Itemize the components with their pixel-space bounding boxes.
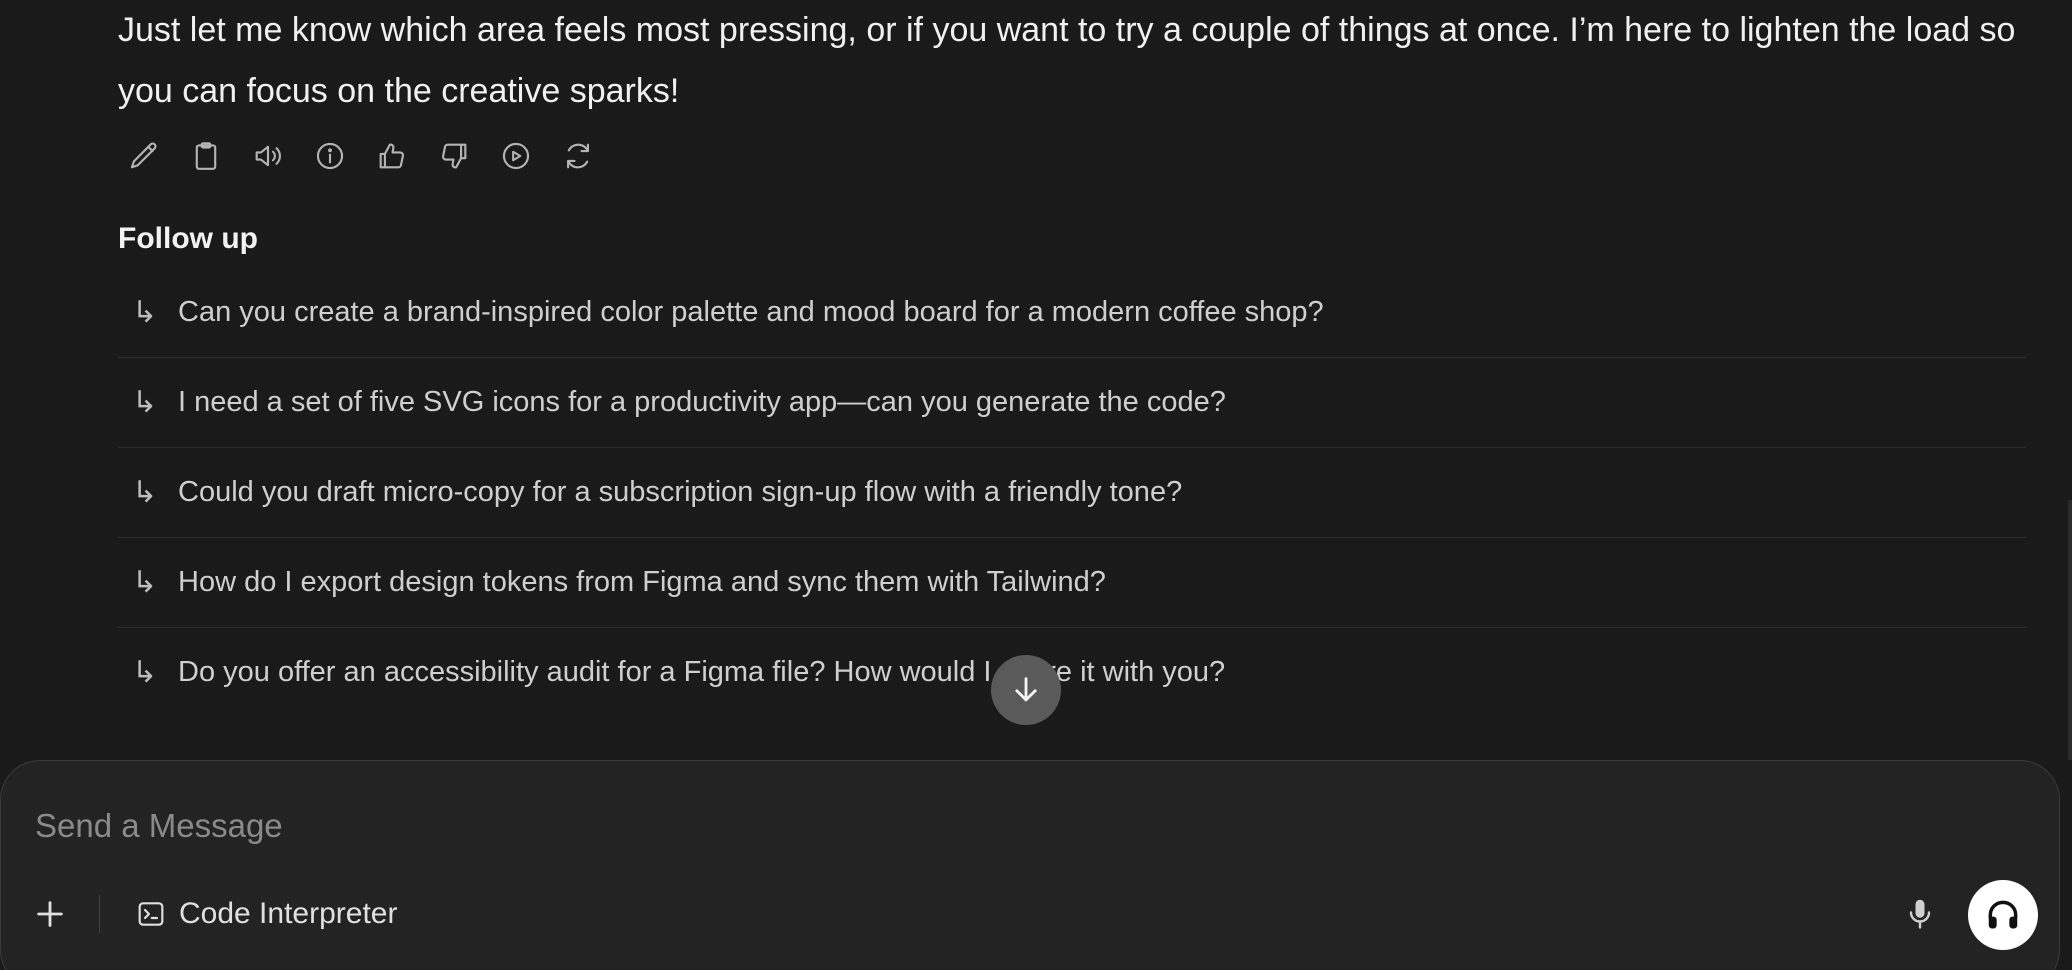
follow-up-item[interactable]: ↳ Can you create a brand-inspired color … (118, 268, 2026, 358)
reply-arrow-icon: ↳ (132, 476, 158, 509)
message-input[interactable] (33, 801, 1937, 851)
reply-arrow-icon: ↳ (132, 386, 158, 419)
code-interpreter-toggle[interactable]: Code Interpreter (135, 889, 397, 939)
chat-page: Just let me know which area feels most p… (0, 0, 2072, 970)
scroll-to-bottom-button[interactable] (991, 655, 1061, 725)
terminal-icon (138, 902, 164, 926)
info-button[interactable] (304, 132, 356, 180)
thumbs-up-icon (379, 143, 404, 169)
code-interpreter-label: Code Interpreter (179, 897, 398, 930)
follow-up-text: How do I export design tokens from Figma… (178, 566, 1106, 598)
arrow-down-icon (1015, 677, 1037, 702)
follow-up-item[interactable]: ↳ How do I export design tokens from Fig… (118, 538, 2026, 628)
speaker-icon (255, 145, 281, 167)
reply-arrow-icon: ↳ (132, 656, 158, 689)
reply-arrow-icon: ↳ (132, 296, 158, 329)
follow-up-list: ↳ Can you create a brand-inspired color … (118, 268, 2026, 717)
add-attachment-button[interactable] (27, 891, 73, 937)
copy-button[interactable] (180, 132, 232, 180)
follow-up-text: Could you draft micro-copy for a subscri… (178, 476, 1183, 508)
good-response-button[interactable] (366, 132, 418, 180)
read-aloud-button[interactable] (242, 132, 294, 180)
follow-up-text: I need a set of five SVG icons for a pro… (178, 386, 1226, 418)
refresh-icon (567, 143, 589, 169)
message-composer: Code Interpreter (0, 760, 2060, 970)
plus-icon (37, 901, 63, 927)
voice-mode-button[interactable] (1968, 880, 2038, 950)
bad-response-button[interactable] (428, 132, 480, 180)
microphone-icon (1909, 899, 1931, 929)
pencil-icon (130, 142, 157, 169)
toolbar-divider (99, 895, 100, 933)
clipboard-icon (195, 142, 217, 170)
assistant-message-text: Just let me know which area feels most p… (118, 11, 2016, 110)
voice-input-button[interactable] (1895, 889, 1945, 939)
info-icon (316, 142, 344, 170)
follow-up-text: Do you offer an accessibility audit for … (178, 656, 1226, 688)
edit-button[interactable] (118, 132, 170, 180)
reply-arrow-icon: ↳ (132, 566, 158, 599)
follow-up-item[interactable]: ↳ Do you offer an accessibility audit fo… (118, 628, 2026, 717)
play-circle-icon (502, 142, 530, 170)
continue-button[interactable] (490, 132, 542, 180)
regenerate-button[interactable] (552, 132, 604, 180)
follow-up-item[interactable]: ↳ I need a set of five SVG icons for a p… (118, 358, 2026, 448)
follow-up-item[interactable]: ↳ Could you draft micro-copy for a subsc… (118, 448, 2026, 538)
message-action-bar (118, 132, 604, 180)
thumbs-down-icon (442, 143, 467, 169)
follow-up-heading: Follow up (118, 222, 258, 255)
follow-up-text: Can you create a brand-inspired color pa… (178, 296, 1324, 328)
scrollbar[interactable] (2068, 500, 2072, 760)
headphones-icon (1988, 900, 2018, 929)
